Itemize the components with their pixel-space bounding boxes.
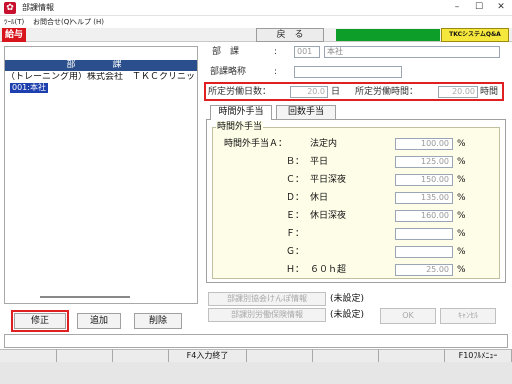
module-badge: 給与 [2,28,26,42]
work-hours-unit: 時間 [480,87,499,97]
ok-button[interactable]: OK [380,308,436,324]
rate-d-field[interactable]: 135.00 [395,192,453,204]
window-title: 部課情報 [22,3,54,12]
row-label-b: Ｂ： [286,157,305,167]
rousai-status: (未設定) [330,310,365,320]
minimize-icon[interactable]: – [446,0,468,15]
row-name-e: 休日深夜 [310,211,347,221]
cancel-button[interactable]: ｷｬﾝｾﾙ [440,308,496,324]
work-hours-field[interactable]: 20.00 [438,86,478,98]
fkey-slot-2[interactable] [112,349,168,362]
work-days-label: 所定労働日数： [208,87,272,97]
menu-tools[interactable]: ﾂｰﾙ(T) [4,16,24,28]
row-name-a: 法定内 [310,139,338,149]
fkey-slot-6[interactable] [312,349,378,362]
rate-e-field[interactable]: 160.00 [395,210,453,222]
menu-inquiry[interactable]: お問合せ(Q) [33,16,72,28]
add-button[interactable]: 追加 [77,313,121,329]
rate-d-unit: % [457,193,466,203]
rousai-info-button[interactable]: 部課別労働保険情報 [208,308,326,322]
status-bar-green [336,29,440,41]
fkey-f4-exit[interactable]: F4入力終了 [168,349,246,362]
rate-b-unit: % [457,157,466,167]
dept-label: 部 課 [212,47,240,57]
fkey-f10-full-menu[interactable]: F10ﾌﾙﾒﾆｭｰ [444,349,512,362]
abbr-label: 部課略称 [210,67,247,77]
status-line [4,334,508,348]
overtime-group-title: 時間外手当 [216,121,264,133]
rate-a-field[interactable]: 100.00 [395,138,453,150]
kenpo-status: (未設定) [330,294,365,304]
rate-c-unit: % [457,175,466,185]
row-name-c: 平日深夜 [310,175,347,185]
dept-code-field[interactable]: 001 [294,46,320,58]
row-label-c: Ｃ： [286,175,305,185]
abbr-colon: : [274,67,278,77]
rate-f-unit: % [457,229,466,239]
row-name-h: ６０ｈ超 [310,265,347,275]
tkc-qa-button[interactable]: TKCシステムQ&A [441,28,509,42]
rate-c-field[interactable]: 150.00 [395,174,453,186]
rate-g-field[interactable] [395,246,453,258]
work-days-unit: 日 [331,87,341,97]
rate-a-unit: % [457,139,466,149]
title-bar [0,0,512,16]
row-label-d: Ｄ： [286,193,305,203]
abbr-field[interactable] [294,66,402,78]
row-label-g: Ｇ： [286,247,305,257]
close-icon[interactable]: ✕ [490,0,512,15]
fkey-slot-7[interactable] [378,349,444,362]
app-icon: ✿ [4,2,16,14]
fkey-slot-1[interactable] [56,349,112,362]
dept-name-field[interactable]: 本社 [324,46,500,58]
tab-count-allowance[interactable]: 回数手当 [276,105,336,119]
row-name-d: 休日 [310,193,329,203]
window-bottom [0,362,512,384]
rate-h-unit: % [457,265,466,275]
row-label-a: 時間外手当Ａ： [224,139,288,149]
rate-b-field[interactable]: 125.00 [395,156,453,168]
menu-help[interactable]: ヘルプ (H) [70,16,104,28]
rate-g-unit: % [457,247,466,257]
rate-f-field[interactable] [395,228,453,240]
work-days-field[interactable]: 20.0 [290,86,328,98]
rate-e-unit: % [457,211,466,221]
rate-h-field[interactable]: 25.00 [395,264,453,276]
row-name-b: 平日 [310,157,329,167]
back-button[interactable]: 戻 る [256,28,324,42]
department-list-heading: 部 課 [5,60,197,71]
delete-button[interactable]: 削除 [134,313,182,329]
department-list-item[interactable]: 001:本社 [10,83,48,93]
edit-button[interactable]: 修正 [14,313,66,329]
fkey-slot-5[interactable] [246,349,312,362]
dept-colon: : [274,47,278,57]
company-name[interactable]: （トレーニング用）株式会社 ＴＫＣクリニック [6,72,196,83]
kenpo-info-button[interactable]: 部課別協会けんぽ情報 [208,292,326,306]
horizontal-scrollbar[interactable] [40,296,130,298]
row-label-h: Ｈ： [286,265,305,275]
tab-overtime-allowance[interactable]: 時間外手当 [210,105,272,120]
row-label-e: Ｅ： [286,211,305,221]
row-label-f: Ｆ： [286,229,305,239]
work-hours-label: 所定労働時間： [355,87,419,97]
maximize-icon[interactable]: ☐ [468,0,490,15]
